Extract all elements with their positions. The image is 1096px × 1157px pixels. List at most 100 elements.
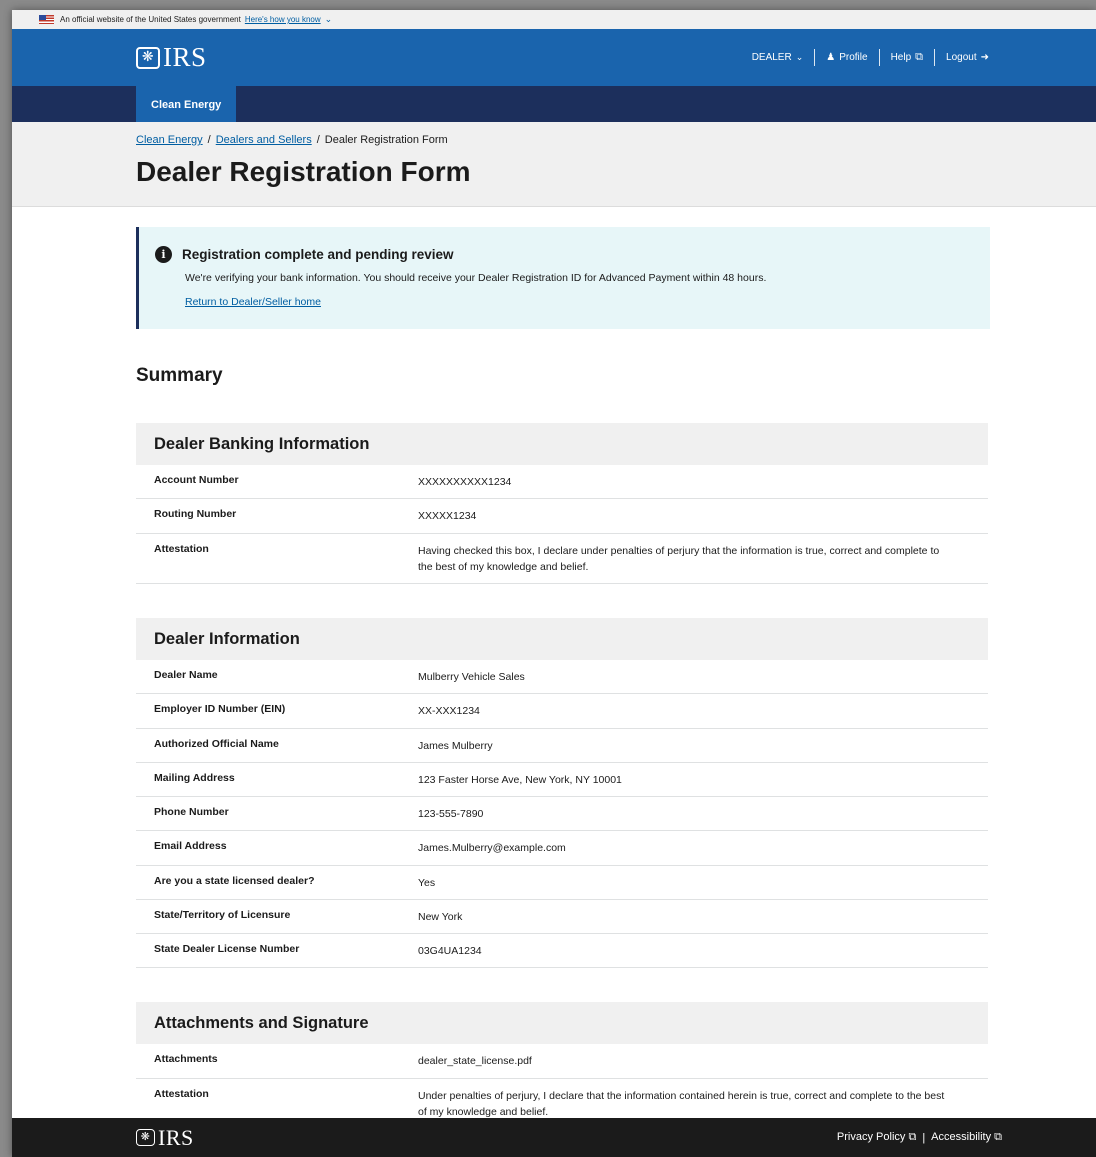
header-nav: DEALER ⌄ ♟ Profile Help ⧉ Logout ➜: [741, 49, 1000, 66]
table-row: Are you a state licensed dealer? Yes: [136, 866, 988, 900]
row-label: Mailing Address: [154, 771, 235, 784]
external-link-icon: ⧉: [908, 1131, 917, 1143]
accessibility-label: Accessibility: [931, 1131, 992, 1143]
table-row: State Dealer License Number 03G4UA1234: [136, 934, 988, 969]
logout-label: Logout: [946, 52, 977, 63]
person-icon: ♟: [826, 52, 836, 63]
gov-banner-text: An official website of the United States…: [60, 15, 241, 24]
row-label: Employer ID Number (EIN): [154, 703, 286, 716]
breadcrumb-clean-energy[interactable]: Clean Energy: [136, 134, 203, 146]
row-value: Having checked this box, I declare under…: [418, 544, 940, 573]
eagle-icon: ❋: [136, 1129, 155, 1146]
info-alert: i Registration complete and pending revi…: [136, 227, 990, 329]
section-title: Dealer Banking Information: [136, 423, 988, 465]
irs-logo[interactable]: ❋ IRS: [136, 42, 207, 73]
row-value: Yes: [418, 876, 436, 889]
table-row: Employer ID Number (EIN) XX-XXX1234: [136, 694, 988, 729]
row-label: Attachments: [154, 1053, 218, 1066]
row-value: 123 Faster Horse Ave, New York, NY 10001: [418, 773, 622, 786]
table-row: Routing Number XXXXX1234: [136, 499, 988, 534]
tab-clean-energy[interactable]: Clean Energy: [136, 86, 237, 122]
table-row: Authorized Official Name James Mulberry: [136, 729, 988, 763]
main-content: i Registration complete and pending revi…: [12, 207, 990, 1130]
eagle-icon: ❋: [136, 46, 160, 69]
row-label: Are you a state licensed dealer?: [154, 874, 315, 887]
dealer-menu-label: DEALER: [751, 52, 792, 63]
row-value: dealer_state_license.pdf: [418, 1055, 532, 1068]
us-flag-icon: [39, 15, 54, 24]
breadcrumb-separator: /: [207, 134, 211, 146]
row-value: XXXXXXXXXX1234: [418, 476, 512, 488]
dealer-menu[interactable]: DEALER ⌄: [741, 52, 815, 63]
row-value: 123-555-7890: [418, 808, 484, 821]
breadcrumb-dealers-and-sellers[interactable]: Dealers and Sellers: [216, 134, 312, 146]
site-header: ❋ IRS DEALER ⌄ ♟ Profile Help ⧉ Logout ➜: [12, 29, 1096, 86]
help-label: Help: [890, 52, 912, 63]
heres-how-you-know-link[interactable]: Here's how you know: [245, 15, 321, 24]
row-value: New York: [418, 910, 463, 923]
logo-text: IRS: [163, 42, 207, 72]
row-value: James Mulberry: [418, 739, 493, 752]
profile-label: Profile: [839, 52, 868, 63]
breadcrumb-separator: /: [316, 134, 320, 146]
table-row: Mailing Address 123 Faster Horse Ave, Ne…: [136, 763, 988, 798]
row-label: Attestation: [154, 1087, 209, 1100]
row-label: Routing Number: [154, 508, 237, 521]
browser-page: An official website of the United States…: [12, 10, 1096, 1157]
row-value: Mulberry Vehicle Sales: [418, 671, 525, 684]
external-link-icon: ⧉: [915, 51, 924, 63]
row-label: State/Territory of Licensure: [154, 908, 291, 921]
row-label: State Dealer License Number: [154, 943, 300, 956]
help-link[interactable]: Help ⧉: [880, 51, 934, 64]
privacy-policy-link[interactable]: Privacy Policy ⧉: [837, 1131, 916, 1144]
row-label: Phone Number: [154, 806, 229, 819]
profile-link[interactable]: ♟ Profile: [815, 52, 878, 63]
nav-divider: [814, 49, 816, 66]
gov-banner: An official website of the United States…: [12, 10, 1096, 29]
row-label: Authorized Official Name: [154, 737, 279, 750]
section-attachments-signature: Attachments and Signature Attachments de…: [136, 1002, 988, 1130]
footer-links: Privacy Policy ⧉ | Accessibility ⧉: [837, 1131, 1002, 1144]
nav-divider: [934, 49, 936, 66]
chevron-down-icon: ⌄: [795, 52, 804, 62]
sub-navigation: Clean Energy: [12, 86, 1096, 122]
row-value: James.Mulberry@example.com: [418, 842, 566, 855]
section-title: Attachments and Signature: [136, 1002, 988, 1045]
section-title: Dealer Information: [136, 618, 988, 661]
return-home-link[interactable]: Return to Dealer/Seller home: [185, 296, 321, 308]
table-row: Account Number XXXXXXXXXX1234: [136, 465, 988, 500]
page-title: Dealer Registration Form: [136, 156, 471, 187]
summary-title: Summary: [136, 365, 223, 386]
row-value: 03G4UA1234: [418, 945, 482, 958]
row-label: Dealer Name: [154, 669, 218, 682]
privacy-policy-label: Privacy Policy: [836, 1131, 906, 1143]
nav-divider: [878, 49, 880, 66]
alert-body: We're verifying your bank information. Y…: [185, 272, 767, 284]
accessibility-link[interactable]: Accessibility ⧉: [931, 1131, 1002, 1144]
alert-title: Registration complete and pending review: [182, 247, 454, 262]
table-row: Email Address James.Mulberry@example.com: [136, 831, 988, 866]
logout-link[interactable]: Logout ➜: [935, 52, 1000, 63]
footer-irs-logo[interactable]: ❋ IRS: [136, 1125, 194, 1151]
table-row: Phone Number 123-555-7890: [136, 797, 988, 832]
section-dealer-banking: Dealer Banking Information Account Numbe…: [136, 423, 988, 585]
row-label: Attestation: [154, 542, 209, 555]
footer-separator: |: [922, 1131, 926, 1144]
logout-icon: ➜: [980, 52, 989, 63]
row-value: Under penalties of perjury, I declare th…: [418, 1089, 945, 1118]
table-row: Attachments dealer_state_license.pdf: [136, 1044, 988, 1079]
table-row: State/Territory of Licensure New York: [136, 900, 988, 935]
alert-heading: i Registration complete and pending revi…: [155, 246, 970, 263]
row-label: Account Number: [154, 474, 239, 486]
row-label: Email Address: [154, 840, 227, 853]
external-link-icon: ⧉: [994, 1131, 1002, 1143]
title-band: Clean Energy / Dealers and Sellers / Dealer …: [12, 122, 1096, 207]
footer-logo-text: IRS: [158, 1124, 194, 1150]
breadcrumb: Clean Energy / Dealers and Sellers / Dealer …: [136, 122, 1096, 146]
site-footer: ❋ IRS Privacy Policy ⧉ | Accessibility ⧉: [12, 1118, 1096, 1157]
section-dealer-information: Dealer Information Dealer Name Mulberry …: [136, 618, 988, 969]
chevron-down-icon[interactable]: ⌄: [325, 14, 333, 25]
table-row: Attestation Having checked this box, I d…: [136, 534, 988, 585]
row-value: XXXXX1234: [418, 510, 477, 523]
table-row: Dealer Name Mulberry Vehicle Sales: [136, 660, 988, 695]
